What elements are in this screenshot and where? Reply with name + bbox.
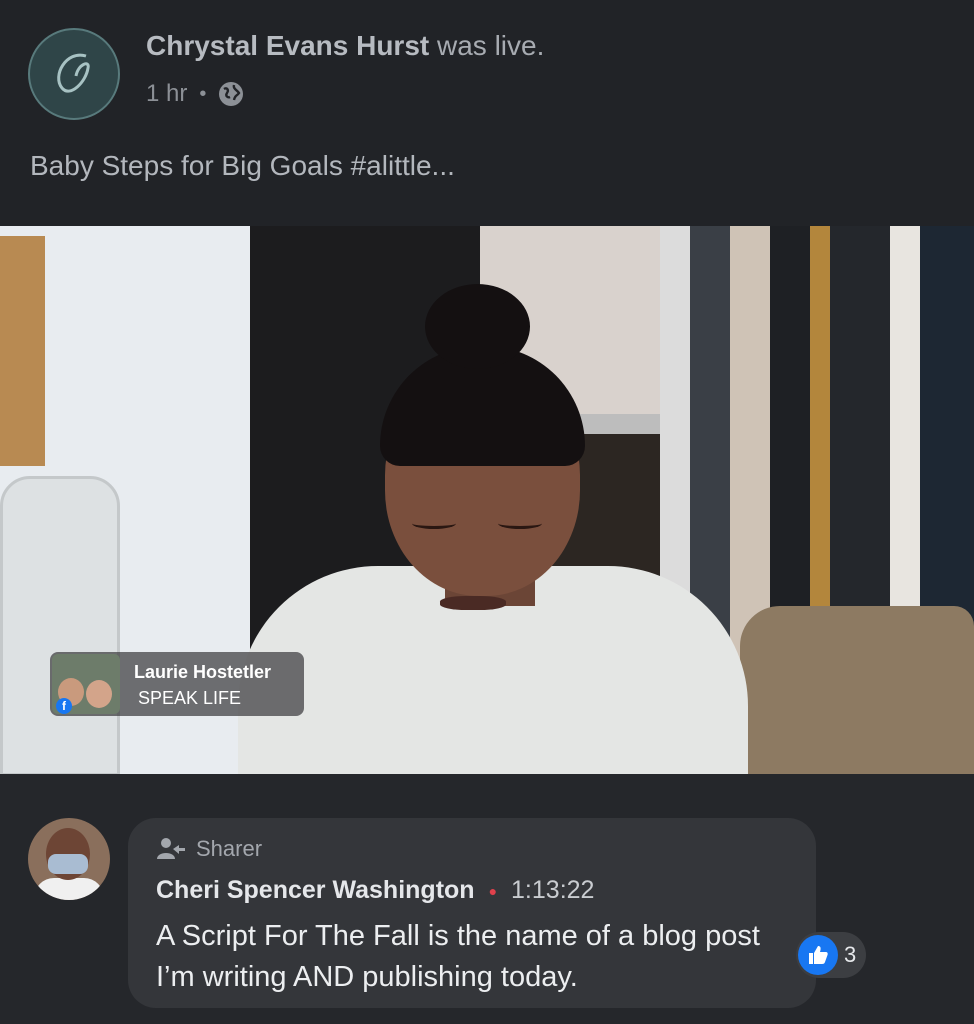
overlay-subtitle: SPEAK LIFE — [138, 688, 242, 708]
live-status: was live. — [437, 30, 545, 61]
post-header: Chrystal Evans Hurst was live. 1 hr • Ba… — [0, 0, 974, 226]
post-time[interactable]: 1 hr — [146, 80, 187, 108]
comment-timestamp[interactable]: 1:13:22 — [511, 876, 594, 905]
author-name[interactable]: Chrystal Evans Hurst — [146, 30, 429, 61]
post-text[interactable]: Baby Steps for Big Goals #alittle... — [30, 150, 455, 182]
globe-icon — [219, 82, 244, 106]
video-tan-bag — [0, 236, 45, 466]
overlay-avatar: f — [52, 654, 120, 714]
meta-separator: • — [199, 82, 207, 105]
video-person-mouth — [440, 596, 506, 610]
author-logo-icon — [57, 53, 90, 93]
author-avatar[interactable] — [28, 28, 120, 120]
commenter-name[interactable]: Cheri Spencer Washington — [156, 876, 475, 905]
commenter-avatar[interactable] — [28, 818, 110, 900]
reaction-count-value: 3 — [844, 942, 857, 967]
commenter-line: Cheri Spencer Washington ● 1:13:22 — [156, 876, 594, 905]
avatar-mask — [48, 854, 88, 874]
video-person-eye — [412, 518, 456, 529]
overlay-name: Laurie Hostetler — [134, 662, 272, 682]
reaction-count[interactable]: 3 — [796, 932, 866, 978]
sharer-label: Sharer — [196, 836, 263, 861]
like-icon — [798, 935, 838, 975]
video-clothes-pile — [740, 606, 974, 774]
video-person-bun — [425, 284, 530, 369]
viewer-comment-overlay: f Laurie Hostetler SPEAK LIFE — [50, 652, 304, 716]
avatar-shirt — [34, 878, 104, 900]
video-person-eye — [498, 518, 542, 529]
sharer-icon — [157, 838, 185, 859]
facebook-icon: f — [56, 698, 72, 714]
video-white-bag — [0, 476, 120, 774]
live-dot-icon: ● — [488, 882, 498, 899]
author-line: Chrystal Evans Hurst was live. — [146, 30, 544, 62]
overlay-face — [86, 680, 112, 708]
comments-section: Sharer Cheri Spencer Washington ● 1:13:2… — [0, 774, 974, 1024]
sharer-badge: Sharer — [156, 836, 262, 862]
post-meta: 1 hr • — [146, 80, 244, 108]
live-video[interactable]: f Laurie Hostetler SPEAK LIFE — [0, 226, 974, 774]
comment-bubble[interactable]: Sharer Cheri Spencer Washington ● 1:13:2… — [128, 818, 816, 1008]
comment-text: A Script For The Fall is the name of a b… — [156, 920, 760, 993]
